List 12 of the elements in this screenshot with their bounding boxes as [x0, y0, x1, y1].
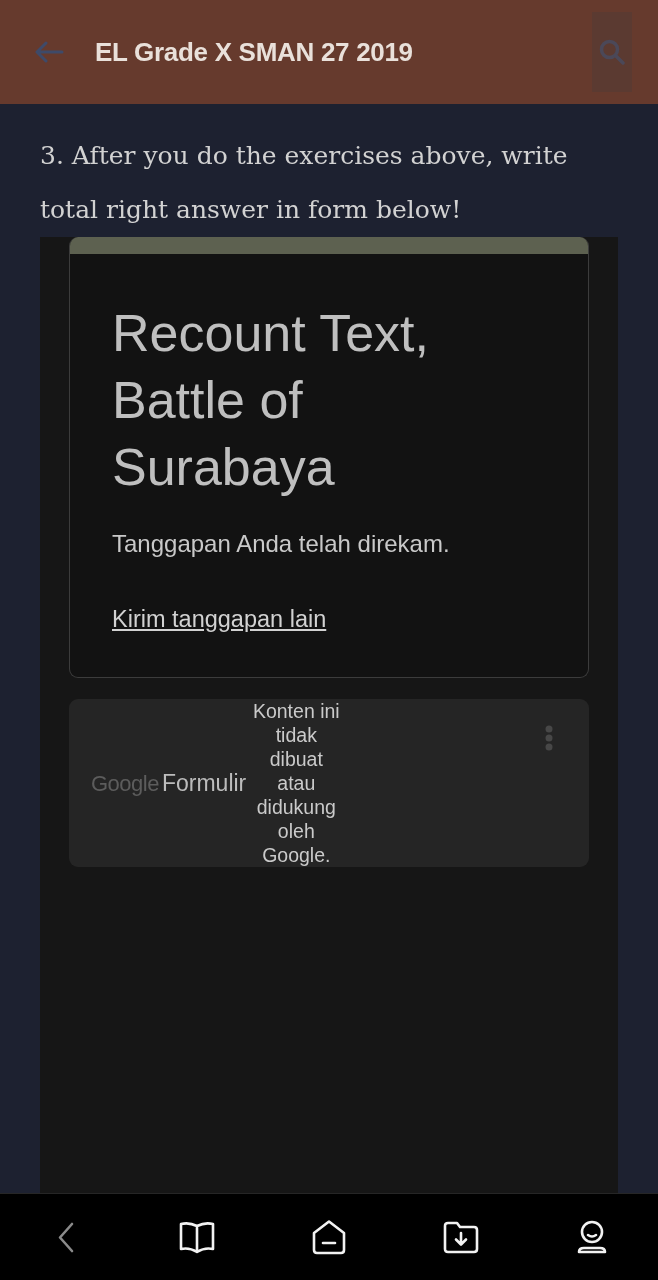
disclaimer-text: Konten ini tidak dibuat atau didukung oleh Google.	[251, 699, 341, 867]
folder-download-icon[interactable]	[442, 1220, 479, 1254]
confirmation-message: Tanggapan Anda telah direkam.	[112, 529, 451, 559]
form-title: Recount Text, Battle of Surabaya	[112, 303, 430, 498]
profile-icon[interactable]	[576, 1220, 609, 1254]
product-name: Formulir	[161, 769, 247, 797]
book-icon[interactable]	[179, 1220, 216, 1254]
search-icon	[599, 39, 625, 65]
submit-another-link[interactable]: Kirim tanggapan lain	[112, 606, 327, 632]
post-paragraph: 3. After you do the exercises above, write total right answer in form below!	[40, 140, 569, 226]
app-title: EL Grade X SMAN 27 2019	[95, 36, 414, 68]
home-icon[interactable]	[311, 1219, 347, 1255]
